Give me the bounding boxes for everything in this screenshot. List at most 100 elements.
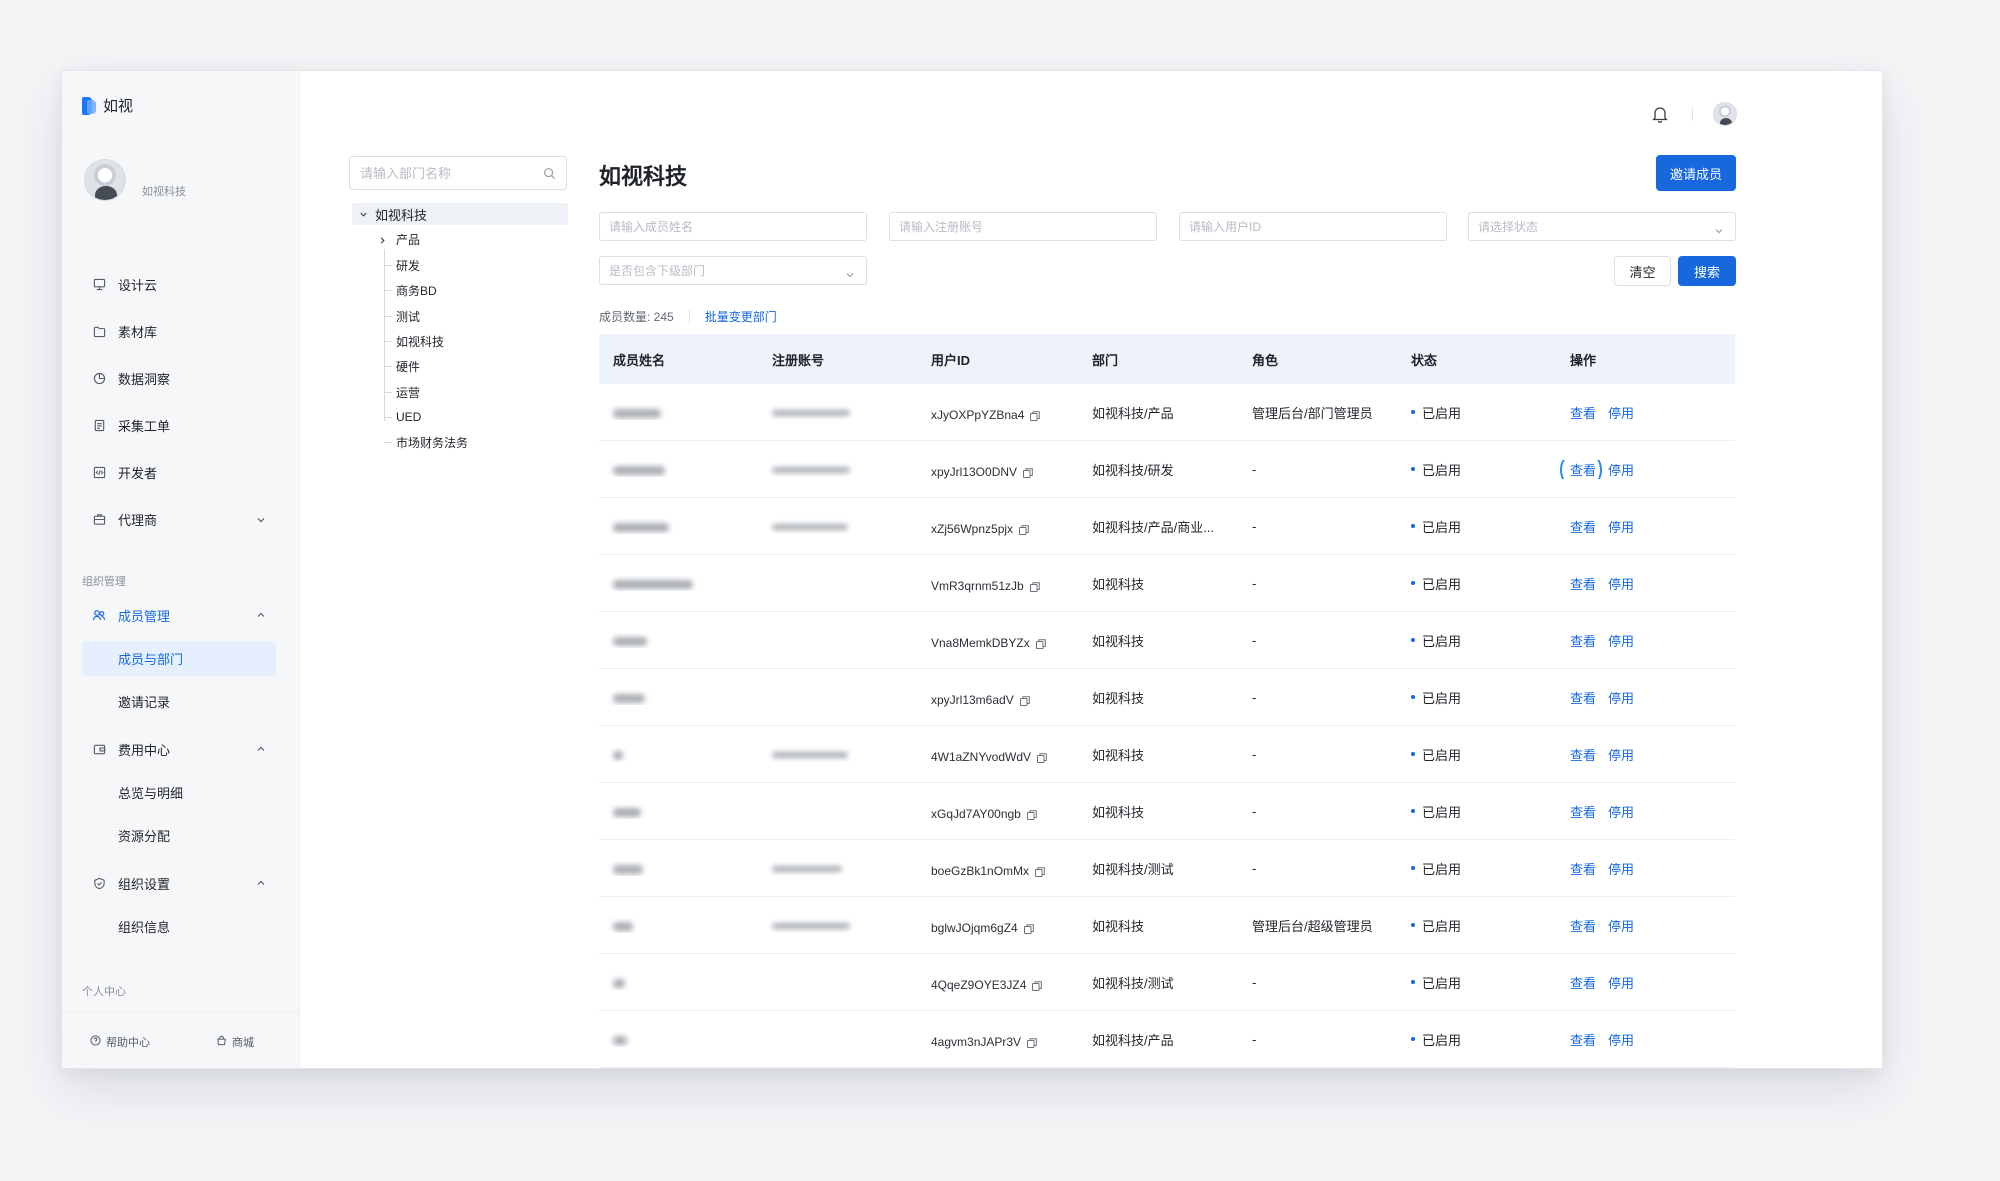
uid-field[interactable] <box>1179 212 1447 241</box>
copy-icon[interactable] <box>1032 980 1043 991</box>
copy-icon[interactable] <box>1035 638 1046 649</box>
member-name-field[interactable] <box>599 212 867 241</box>
org-avatar[interactable] <box>84 159 126 201</box>
copy-icon[interactable] <box>1030 410 1041 421</box>
tree-node-operations[interactable]: 运营 <box>384 382 420 402</box>
uid-text: bglwJOjqm6gZ4 <box>931 921 1018 935</box>
copy-icon[interactable] <box>1035 866 1045 877</box>
nav-item-org-info[interactable]: 组织信息 <box>82 909 276 944</box>
disable-button[interactable]: 停用 <box>1608 976 1634 991</box>
nav-item-resource[interactable]: 资源分配 <box>82 818 276 853</box>
view-button[interactable]: 查看 <box>1570 976 1596 991</box>
disable-button[interactable]: 停用 <box>1608 919 1634 934</box>
member-name-cell <box>599 975 758 990</box>
view-button[interactable]: 查看 <box>1570 691 1596 706</box>
table-row: xGqJd7AY00ngb 如视科技 - 已启用 查看 停用 <box>599 783 1735 840</box>
nav-item-overview[interactable]: 总览与明细 <box>82 775 276 810</box>
dept-search-input[interactable] <box>360 165 540 181</box>
dept-search[interactable] <box>349 156 567 190</box>
view-button[interactable]: 查看 <box>1570 634 1596 649</box>
nav-item-work-orders[interactable]: 采集工单 <box>62 402 300 449</box>
disable-button[interactable]: 停用 <box>1608 634 1634 649</box>
chevron-up-icon[interactable] <box>256 608 266 623</box>
view-button[interactable]: 查看 <box>1570 805 1596 820</box>
nav-item-assets[interactable]: 素材库 <box>62 308 300 355</box>
chevron-up-icon[interactable] <box>256 876 266 891</box>
search-button[interactable]: 搜索 <box>1678 256 1736 286</box>
view-button[interactable]: 查看 <box>1570 577 1596 592</box>
caret-down-icon[interactable] <box>352 210 374 219</box>
view-button[interactable]: 查看 <box>1570 406 1596 421</box>
disable-button[interactable]: 停用 <box>1608 577 1634 592</box>
view-button[interactable]: 查看 <box>1570 862 1596 877</box>
tree-node-rd[interactable]: 研发 <box>384 255 420 275</box>
view-button[interactable]: 查看 <box>1570 520 1596 535</box>
tree-node-test[interactable]: 测试 <box>384 306 420 326</box>
search-icon[interactable] <box>543 167 556 183</box>
copy-icon[interactable] <box>1023 923 1034 934</box>
tree-node-market-finance-legal[interactable]: 市场财务法务 <box>384 432 468 452</box>
chevron-up-icon[interactable] <box>256 742 266 757</box>
caret-right-icon[interactable] <box>378 232 387 250</box>
redacted-account <box>772 524 848 531</box>
batch-change-dept-link[interactable]: 批量变更部门 <box>705 308 777 325</box>
copy-icon[interactable] <box>1019 524 1029 535</box>
invite-member-button[interactable]: 邀请成员 <box>1656 155 1736 191</box>
tree-node-ued[interactable]: UED <box>384 407 421 427</box>
actions-cell: 查看 停用 <box>1556 631 1735 650</box>
nav-item-org-settings[interactable]: 组织设置 <box>62 868 300 898</box>
disable-button[interactable]: 停用 <box>1608 463 1634 478</box>
bell-icon[interactable] <box>1652 105 1668 123</box>
user-avatar[interactable] <box>1713 102 1737 126</box>
status-badge: 已启用 <box>1411 973 1461 992</box>
nav-item-agent[interactable]: 代理商 <box>62 496 300 543</box>
nav-label: 成员与部门 <box>118 652 184 667</box>
actions-cell: 查看 停用 <box>1556 459 1735 479</box>
disable-button[interactable]: 停用 <box>1608 805 1634 820</box>
member-name-input[interactable] <box>609 219 866 234</box>
disable-button[interactable]: 停用 <box>1608 520 1634 535</box>
account-field[interactable] <box>889 212 1157 241</box>
uid-input[interactable] <box>1189 219 1446 234</box>
disable-button[interactable]: 停用 <box>1608 406 1634 421</box>
help-center-link[interactable]: 帮助中心 <box>90 1034 150 1050</box>
view-button[interactable]: 查看 <box>1570 919 1596 934</box>
disable-button[interactable]: 停用 <box>1608 748 1634 763</box>
view-button[interactable]: 查看 <box>1570 1033 1596 1048</box>
view-button[interactable]: 查看 <box>1560 459 1602 479</box>
nav-item-data-insight[interactable]: 数据洞察 <box>62 355 300 402</box>
copy-icon[interactable] <box>1037 752 1047 763</box>
disable-button[interactable]: 停用 <box>1608 862 1634 877</box>
disable-button[interactable]: 停用 <box>1608 691 1634 706</box>
nav-item-billing[interactable]: 费用中心 <box>62 734 300 764</box>
status-badge: 已启用 <box>1411 688 1461 707</box>
tree-node-hardware[interactable]: 硬件 <box>384 356 420 376</box>
copy-icon[interactable] <box>1019 695 1030 706</box>
disable-button[interactable]: 停用 <box>1608 1033 1634 1048</box>
store-link[interactable]: 商城 <box>216 1034 254 1050</box>
copy-icon[interactable] <box>1027 1037 1037 1048</box>
nav-item-design-cloud[interactable]: 设计云 <box>62 261 300 308</box>
tree-branch <box>384 417 392 418</box>
status-dot-icon <box>1411 980 1415 985</box>
nav-item-member-management[interactable]: 成员管理 <box>62 600 300 630</box>
nav-item-invite-records[interactable]: 邀请记录 <box>82 684 276 719</box>
uid-cell: 4QqeZ9OYE3JZ4 <box>917 972 1078 992</box>
nav-item-member-dept[interactable]: 成员与部门 <box>82 641 276 676</box>
copy-icon[interactable] <box>1023 467 1033 478</box>
tree-node-root[interactable]: 如视科技 <box>352 203 568 225</box>
copy-icon[interactable] <box>1026 809 1037 820</box>
copy-icon[interactable] <box>1029 581 1040 592</box>
app-logo[interactable]: 如视 <box>82 95 133 116</box>
status-select[interactable]: 请选择状态 <box>1468 212 1736 241</box>
tree-node-product[interactable]: 产品 <box>396 229 420 249</box>
subdept-select[interactable]: 是否包含下级部门 <box>599 256 867 285</box>
view-button[interactable]: 查看 <box>1570 748 1596 763</box>
tree-node-bd[interactable]: 商务BD <box>384 280 437 300</box>
tree-node-company[interactable]: 如视科技 <box>384 331 444 351</box>
nav-item-developer[interactable]: 开发者 <box>62 449 300 496</box>
account-input[interactable] <box>899 219 1156 234</box>
chevron-down-icon[interactable] <box>256 513 266 528</box>
clear-button[interactable]: 清空 <box>1614 256 1671 286</box>
profile[interactable]: 如视科技 <box>84 159 186 201</box>
